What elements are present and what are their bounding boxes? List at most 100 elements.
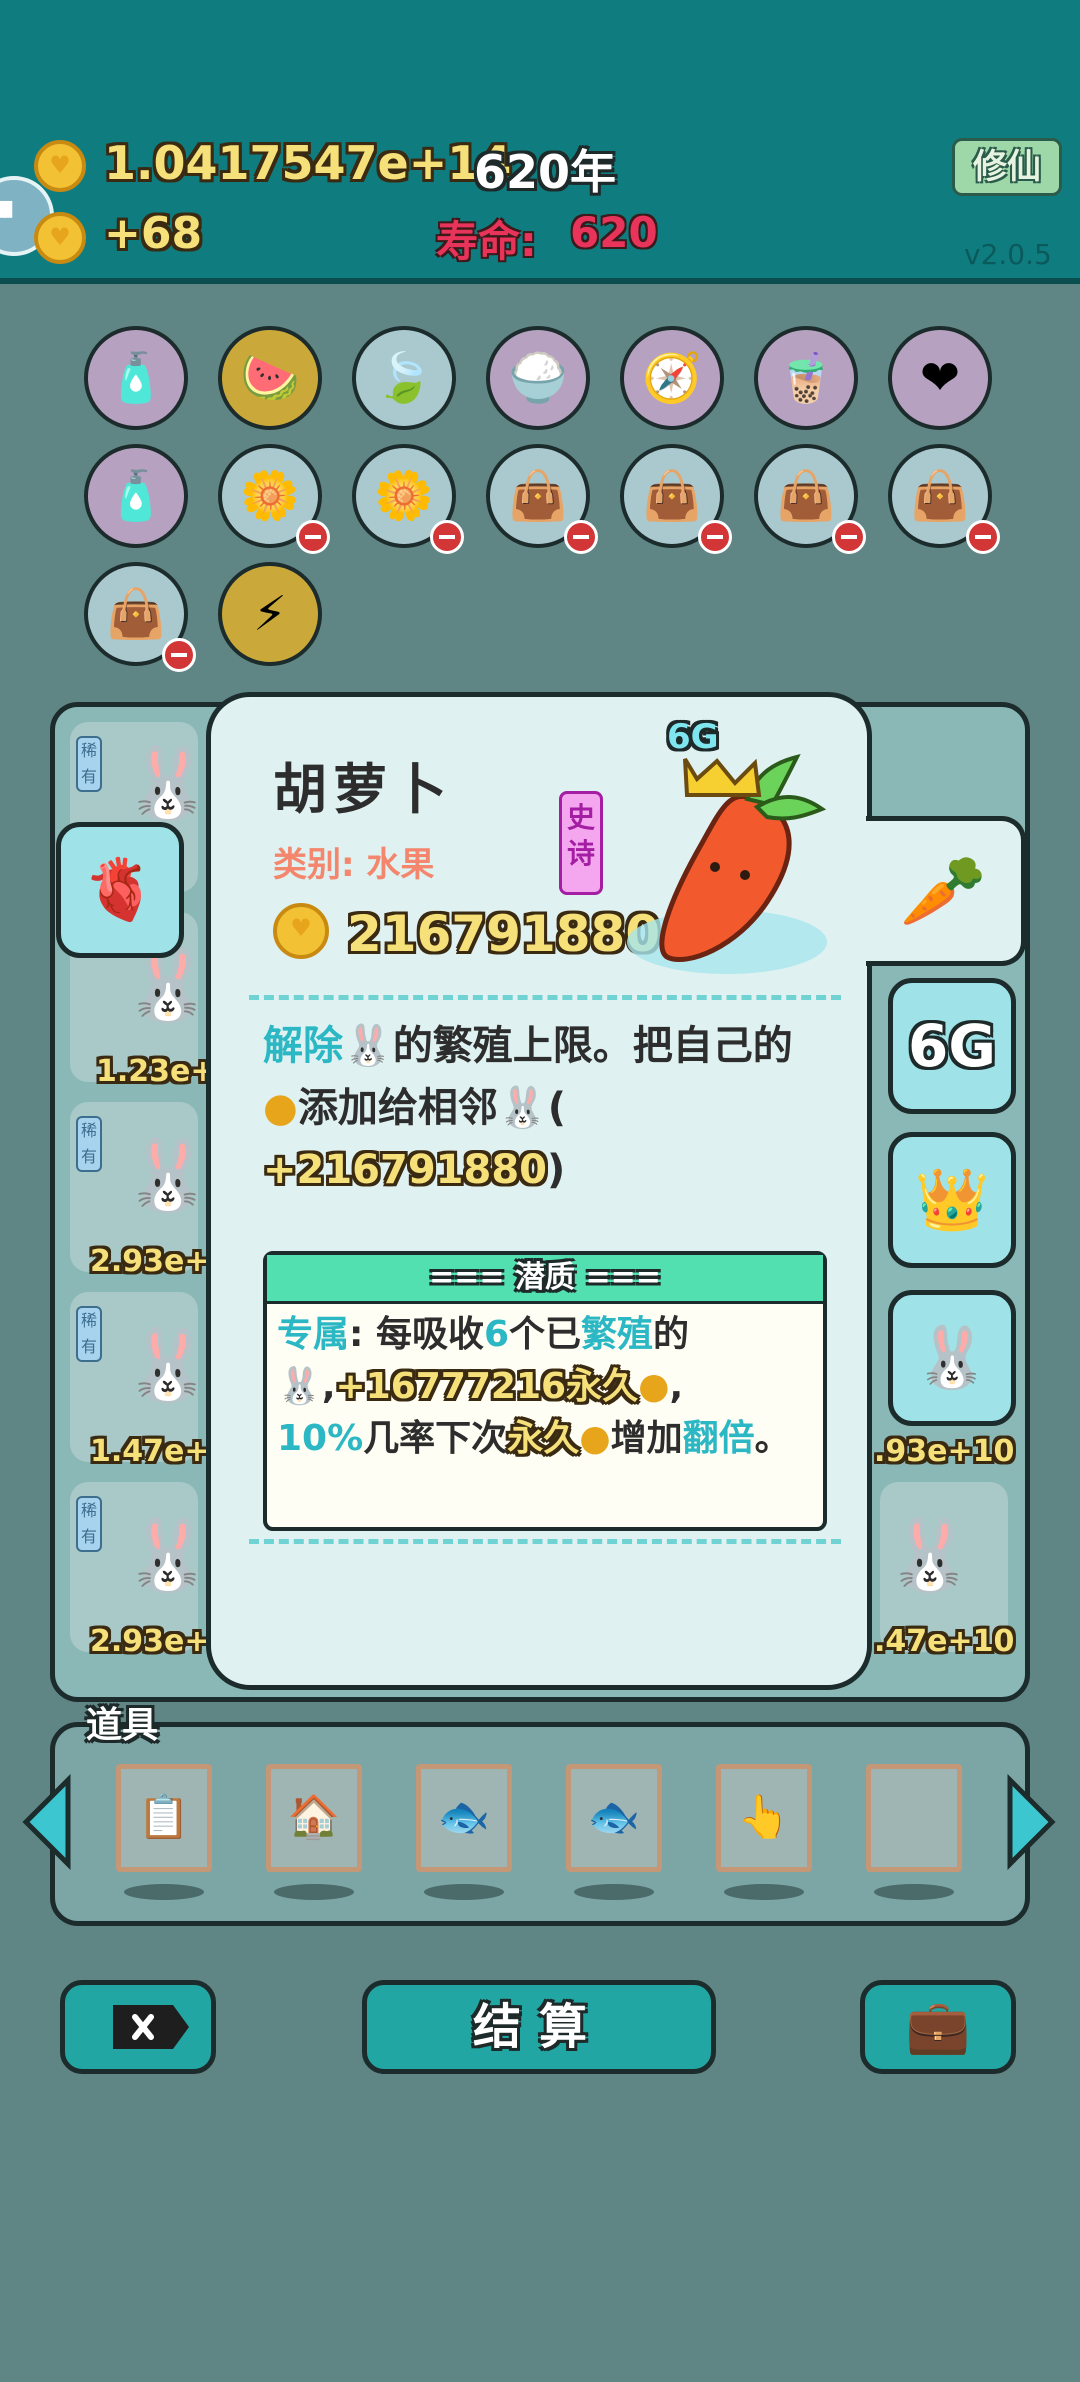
- remove-icon[interactable]: [698, 520, 732, 554]
- pot-text: ,: [321, 1366, 336, 1407]
- item-bubble-tea[interactable]: 🧋: [754, 326, 858, 430]
- divider: [249, 1539, 841, 1544]
- cell-value: 1.47e+: [90, 1434, 210, 1469]
- item-blood-bag[interactable]: ❤: [888, 326, 992, 430]
- pot-keyword: 翻倍: [682, 1418, 755, 1459]
- item-leaf[interactable]: 🍃: [352, 326, 456, 430]
- crown-icon: 👑: [914, 1165, 990, 1235]
- lifespan-label: 寿命:: [436, 217, 537, 266]
- tab-6g[interactable]: 6G: [888, 978, 1016, 1114]
- desc-text: 的繁殖上限。把自己的: [392, 1023, 793, 1069]
- item-fruit-basket[interactable]: 🍉: [218, 326, 322, 430]
- tab-crown[interactable]: 👑: [888, 1132, 1016, 1268]
- desc-text: (: [547, 1085, 566, 1131]
- coin-icon: [273, 903, 329, 959]
- leaf-icon: 🍃: [374, 350, 434, 406]
- potential-text: 专属: 每吸收6个已繁殖的 🐰,+16777216永久●, 10%几率下次永久●…: [277, 1309, 817, 1465]
- desc-text: 添加给相邻: [297, 1085, 498, 1131]
- cell-value: 1.23e+: [96, 1054, 216, 1089]
- desc-text: ): [547, 1147, 566, 1193]
- bubble-tea-icon: 🧋: [776, 350, 836, 406]
- top-bar-divider: [0, 278, 1080, 284]
- cell-value: .47e+10: [874, 1624, 1015, 1659]
- item-description: 解除🐰的繁殖上限。把自己的●添加给相邻🐰( +216791880): [263, 1015, 823, 1201]
- potential-panel: === 潜质 === 专属: 每吸收6个已繁殖的 🐰,+16777216永久●,…: [263, 1251, 827, 1531]
- props-prev-arrow[interactable]: [18, 1773, 74, 1871]
- coin-inline-icon: ●: [263, 1085, 298, 1131]
- item-rice-bowl[interactable]: 🍚: [486, 326, 590, 430]
- pot-bonus: +16777216永久: [335, 1366, 639, 1407]
- settle-label: 结算: [472, 1999, 605, 2055]
- prop-slot-fish[interactable]: 🐟: [416, 1764, 512, 1872]
- item-spray-bottle[interactable]: 🧴: [84, 326, 188, 430]
- fish-icon: 🐟: [587, 1792, 641, 1841]
- divider: [249, 995, 841, 1000]
- item-name: 胡萝卜: [273, 758, 453, 821]
- copy-paste-icon: 📋: [137, 1792, 191, 1841]
- coin-total: 1.0417547e+14: [104, 136, 512, 190]
- tab-liver[interactable]: 🫀: [56, 822, 184, 958]
- pot-text: 个已: [509, 1314, 582, 1355]
- tier-badge: 6G: [667, 717, 719, 757]
- item-compass[interactable]: 🧭: [620, 326, 724, 430]
- props-next-arrow[interactable]: [1004, 1773, 1060, 1871]
- rice-bowl-icon: 🍚: [508, 350, 568, 406]
- liver-icon: 🫀: [82, 855, 158, 925]
- slot-shadow: [724, 1884, 804, 1900]
- briefcase-button[interactable]: 💼: [860, 1980, 1016, 2074]
- desc-bonus: +216791880: [263, 1147, 548, 1193]
- year-counter: 620年: [474, 145, 617, 199]
- bunny-icon: 🐰: [343, 1023, 393, 1069]
- rarity-tag: 稀有: [76, 1116, 102, 1172]
- cell-value: .93e+10: [874, 1434, 1015, 1469]
- coin-inline-icon: ●: [579, 1418, 611, 1459]
- item-detail-card: 胡萝卜 类别: 水果 史诗 216791880 6G 解除🐰的繁殖上限。把自己的…: [206, 692, 872, 1690]
- compass-icon: 🧭: [642, 350, 702, 406]
- item-spray-bottle[interactable]: 🧴: [84, 444, 188, 548]
- pot-keyword: 繁殖: [581, 1314, 654, 1355]
- tab-carrot[interactable]: 🥕: [866, 816, 1026, 966]
- rarity-tag: 稀有: [76, 1496, 102, 1552]
- bunny-icon: 🐰: [124, 944, 212, 1026]
- prop-slot-empty[interactable]: [866, 1764, 962, 1872]
- remove-icon[interactable]: [832, 520, 866, 554]
- clear-button[interactable]: [60, 1980, 216, 2074]
- fruit-basket-icon: 🍉: [240, 350, 300, 406]
- pointer-hand-icon: 👆: [737, 1792, 791, 1841]
- carrot-illustration: 6G: [597, 717, 857, 987]
- item-category: 类别: 水果: [273, 845, 435, 885]
- item-lightning[interactable]: ⚡: [218, 562, 322, 666]
- coin-inline-icon: ●: [638, 1366, 670, 1407]
- bunny-icon: 🐰: [277, 1366, 322, 1407]
- coin-income: +68: [104, 208, 203, 259]
- fish-icon: 🐟: [437, 1792, 491, 1841]
- remove-icon[interactable]: [430, 520, 464, 554]
- slot-shadow: [124, 1884, 204, 1900]
- prop-slot-pointer[interactable]: 👆: [716, 1764, 812, 1872]
- prop-slot-copy[interactable]: 📋: [116, 1764, 212, 1872]
- bunny-icon: 🐰: [124, 1514, 212, 1596]
- carrot-icon: 🥕: [899, 850, 988, 932]
- rarity-tag: 稀有: [76, 1306, 102, 1362]
- desc-keyword: 解除: [263, 1023, 343, 1069]
- bunny-icon: 🐰: [914, 1323, 990, 1393]
- remove-icon[interactable]: [966, 520, 1000, 554]
- prop-slot-fish[interactable]: 🐟: [566, 1764, 662, 1872]
- briefcase-icon: 💼: [905, 1997, 971, 2057]
- remove-icon[interactable]: [162, 638, 196, 672]
- settle-button[interactable]: 结算: [362, 1980, 716, 2074]
- pot-keyword: 永久: [507, 1418, 580, 1459]
- pot-text: ,: [669, 1366, 684, 1407]
- remove-icon[interactable]: [296, 520, 330, 554]
- cultivate-button[interactable]: 修仙: [952, 138, 1062, 196]
- tab-bunny[interactable]: 🐰: [888, 1290, 1016, 1426]
- remove-icon[interactable]: [564, 520, 598, 554]
- potential-header: === 潜质 ===: [267, 1255, 823, 1304]
- pot-percent: 10%: [277, 1418, 364, 1459]
- cell-value: 2.93e+: [90, 1624, 210, 1659]
- coin-income-icon: [34, 212, 86, 264]
- bunny-icon: 🐰: [124, 1134, 212, 1216]
- pot-keyword: 专属: [277, 1314, 350, 1355]
- prop-slot-windmill[interactable]: 🏠: [266, 1764, 362, 1872]
- lifespan-value: 620: [570, 208, 658, 257]
